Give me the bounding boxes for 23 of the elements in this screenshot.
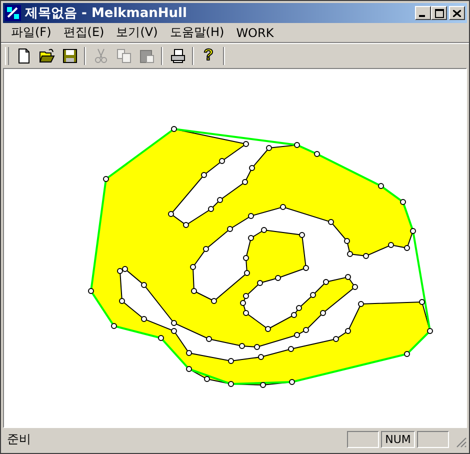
status-pane (417, 430, 449, 448)
clipboard-icon (138, 48, 154, 64)
scissors-icon (92, 48, 108, 64)
menu-item[interactable]: 파일(F) (7, 24, 60, 41)
resize-grip-icon (455, 436, 467, 448)
app-icon (5, 5, 21, 21)
document-icon (16, 48, 32, 64)
maximize-button[interactable] (431, 6, 447, 20)
close-icon (453, 10, 461, 16)
close-button[interactable] (449, 6, 465, 20)
window-title: 제목없음 - MelkmanHull (25, 5, 187, 22)
menu-item[interactable]: 도움말(H) (166, 24, 232, 41)
folder-icon (38, 48, 54, 64)
minimize-button[interactable] (415, 6, 431, 20)
status-text: 준비 (7, 430, 32, 448)
status-pane (347, 430, 379, 448)
maximize-icon (434, 8, 444, 18)
status-indicator: NUM (381, 430, 415, 448)
menu-item[interactable]: WORK (232, 26, 282, 40)
copy-icon (116, 48, 132, 64)
printer-icon (170, 48, 186, 64)
menu-item[interactable]: 보기(V) (112, 24, 166, 41)
menu-item[interactable]: 편집(E) (59, 24, 112, 41)
